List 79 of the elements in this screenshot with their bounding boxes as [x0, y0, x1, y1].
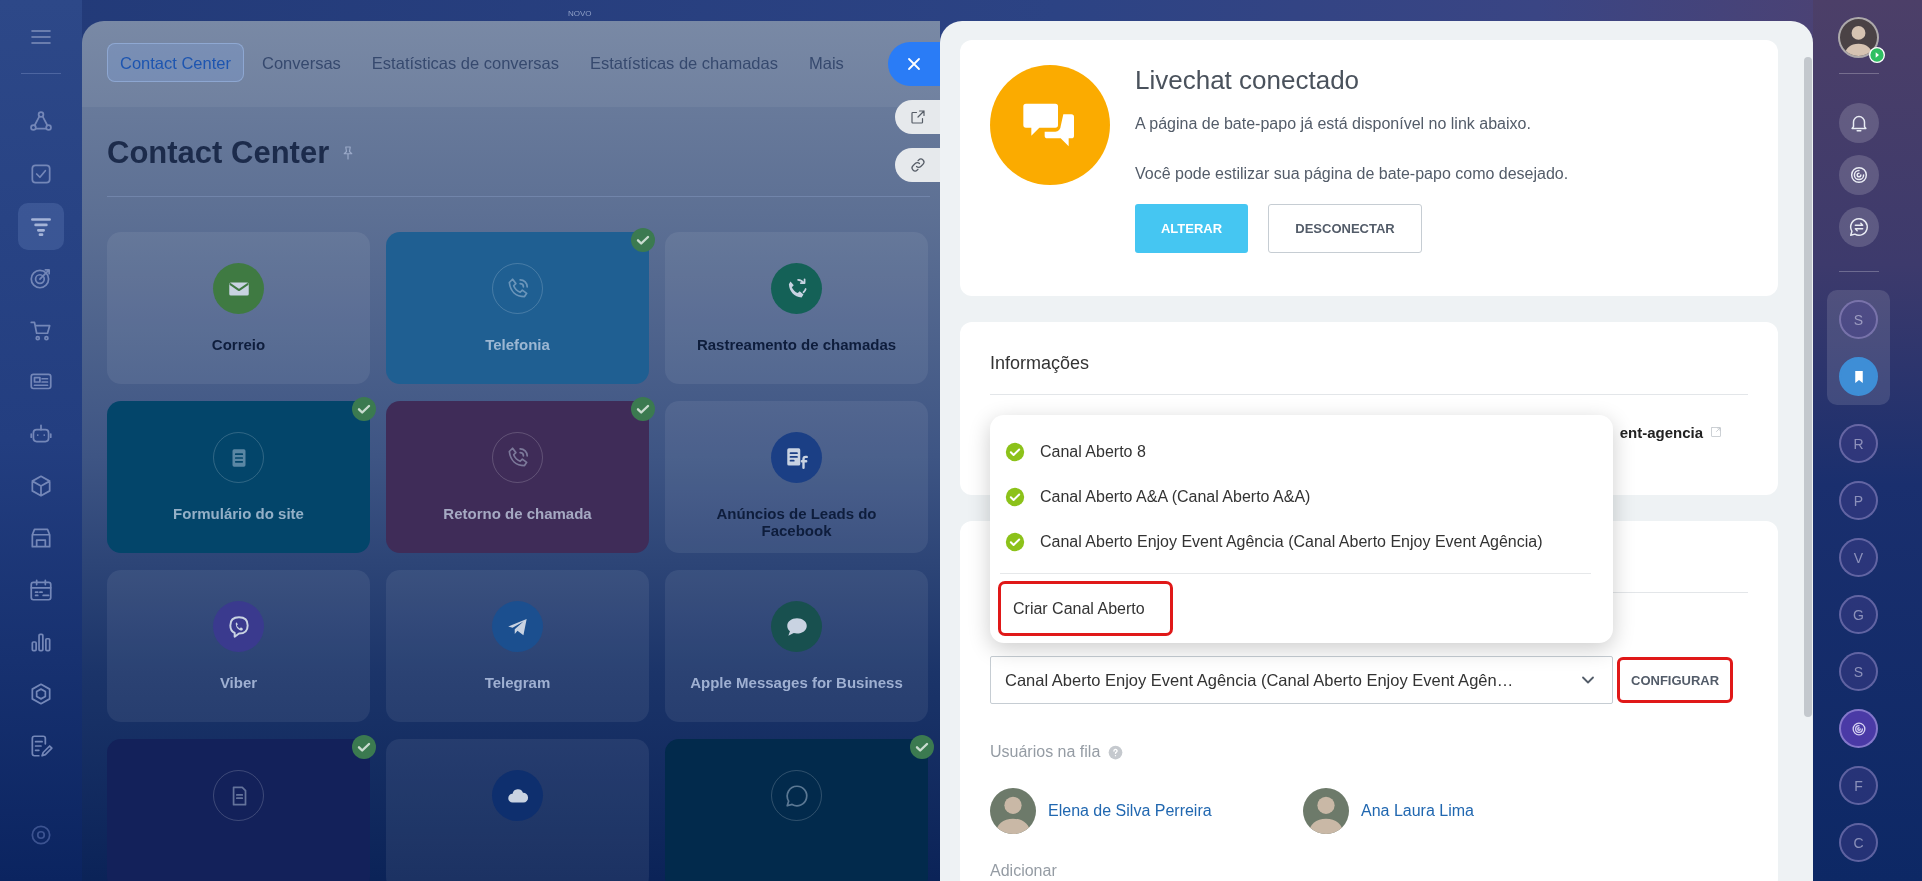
- spiral-icon: [1848, 164, 1870, 186]
- tile-label: Retorno de chamada: [443, 505, 592, 522]
- avatar[interactable]: [1838, 17, 1879, 58]
- checkbox-icon[interactable]: [28, 161, 54, 187]
- external-link-icon: [908, 108, 927, 126]
- menu-item[interactable]: Canal Aberto Enjoy Event Agência (Canal Aberto Enjoy Event Agência): [990, 519, 1613, 564]
- spiral-button[interactable]: [1839, 155, 1879, 195]
- user-link[interactable]: Elena de Silva Perreira: [1048, 802, 1212, 820]
- tab[interactable]: Mais: [795, 43, 857, 82]
- store-icon[interactable]: [28, 525, 54, 551]
- tile-label: Formulário do site: [173, 505, 304, 522]
- hexagon-icon[interactable]: [28, 681, 54, 707]
- disconnect-button[interactable]: DESCONECTAR: [1268, 204, 1422, 253]
- open-button[interactable]: [895, 100, 940, 134]
- channel-tile[interactable]: [665, 739, 928, 881]
- tab[interactable]: Contact Center: [107, 43, 244, 82]
- channel-tile[interactable]: Telegram: [386, 570, 649, 722]
- chat-avatar[interactable]: G: [1839, 595, 1878, 634]
- description-text: A página de bate-papo já está disponível no link abaixo.: [1135, 114, 1532, 134]
- channel-tile[interactable]: Correio: [107, 232, 370, 384]
- description-text: Você pode estilizar sua página de bate-papo como desejado.: [1135, 164, 1569, 184]
- chat-avatar[interactable]: S: [1839, 652, 1878, 691]
- create-channel-item[interactable]: Criar Canal Aberto: [998, 581, 1173, 636]
- calendar-icon[interactable]: [28, 577, 54, 603]
- field-label: Usuários na fila: [990, 743, 1101, 761]
- play-badge-icon: [1869, 47, 1885, 63]
- channel-tile[interactable]: Formulário do site: [107, 401, 370, 553]
- link-icon: [908, 156, 927, 174]
- avatar: [990, 788, 1036, 834]
- chat-avatar[interactable]: V: [1839, 538, 1878, 577]
- tab[interactable]: Estatísticas de chamadas: [576, 43, 791, 82]
- menu-item[interactable]: Canal Aberto 8: [990, 429, 1613, 474]
- channel-tile[interactable]: Apple Messages for Business: [665, 570, 928, 722]
- chat-avatar[interactable]: [1839, 709, 1878, 748]
- page-title: Contact Center: [107, 135, 330, 171]
- tile-label: Apple Messages for Business: [690, 674, 903, 691]
- section-title: Informações: [990, 352, 1748, 395]
- notifications-button[interactable]: [1839, 103, 1879, 143]
- tab[interactable]: Conversas: [249, 43, 354, 82]
- page-link[interactable]: ent-agencia: [1619, 423, 1703, 441]
- card-title: Livechat conectado: [1135, 65, 1361, 95]
- copy-link-button[interactable]: [895, 148, 940, 182]
- chat-avatar[interactable]: P: [1839, 481, 1878, 520]
- help-icon[interactable]: [1108, 744, 1124, 760]
- chat-avatar[interactable]: S: [1839, 300, 1878, 339]
- scrollbar[interactable]: [1804, 57, 1812, 717]
- field-label: Adicionar: [990, 861, 1058, 881]
- channel-tile[interactable]: [107, 739, 370, 881]
- select-field[interactable]: Canal Aberto Enjoy Event Agência (Canal Aberto Enjoy Event Agên…: [990, 656, 1613, 704]
- tab[interactable]: Estatísticas de conversas: [358, 43, 572, 82]
- sidebar-item[interactable]: [18, 202, 64, 250]
- new-label: NOVO: [568, 8, 592, 18]
- channel-tile[interactable]: Anúncios de Leads do Facebook: [665, 401, 928, 553]
- chat-avatar[interactable]: C: [1839, 823, 1878, 862]
- channel-tile[interactable]: Rastreamento de chamadas: [665, 232, 928, 384]
- channel-tile[interactable]: Telefonia: [386, 232, 649, 384]
- user-link[interactable]: Ana Laura Lima: [1361, 802, 1474, 820]
- configure-button[interactable]: CONFIGURAR: [1617, 657, 1734, 703]
- tile-label: Viber: [219, 674, 258, 691]
- external-link-icon[interactable]: [1710, 426, 1722, 438]
- tile-label: Rastreamento de chamadas: [696, 336, 897, 353]
- tile-label: Correio: [211, 336, 266, 353]
- sync-chat-button[interactable]: [1839, 207, 1879, 247]
- menu-item[interactable]: Canal Aberto A&A (Canal Aberto A&A): [990, 474, 1613, 519]
- tile-label: Telegram: [484, 674, 551, 691]
- channel-tile[interactable]: Retorno de chamada: [386, 401, 649, 553]
- channel-tile[interactable]: [386, 739, 649, 881]
- tile-label: Telefonia: [485, 336, 550, 353]
- change-button[interactable]: ALTERAR: [1135, 204, 1248, 253]
- bookmark-button[interactable]: [1839, 357, 1878, 396]
- cube-icon[interactable]: [28, 473, 54, 499]
- tile-label: Anúncios de Leads do Facebook: [715, 505, 878, 539]
- avatar: [1303, 788, 1349, 834]
- chat-avatar[interactable]: R: [1839, 424, 1878, 463]
- document-pen-icon[interactable]: [28, 733, 54, 759]
- close-button[interactable]: [888, 42, 940, 86]
- sync-bubble-icon: [1848, 216, 1870, 238]
- chat-avatar[interactable]: F: [1839, 766, 1878, 805]
- channel-tile[interactable]: Viber: [107, 570, 370, 722]
